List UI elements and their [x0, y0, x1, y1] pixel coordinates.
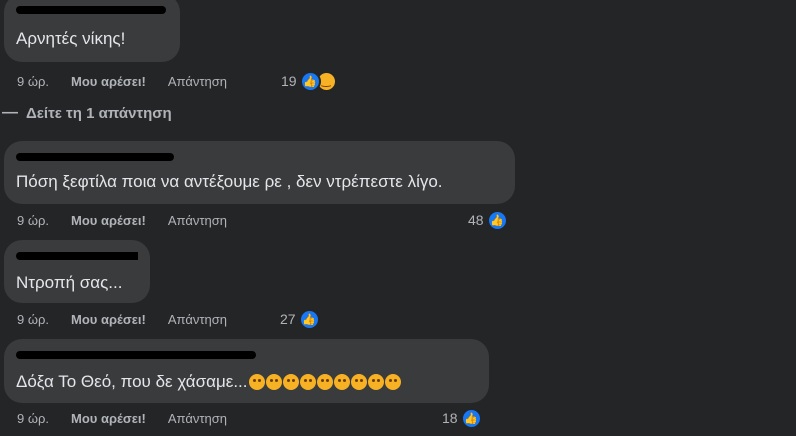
flushed-face-icon [265, 374, 282, 390]
like-icon: 👍 [486, 209, 508, 231]
like-button[interactable]: Μου αρέσει! [71, 312, 146, 327]
comment-bubble: Δόξα Το Θεό, που δε χάσαμε... [4, 339, 489, 403]
redaction-bar [16, 252, 138, 260]
comment-bubble: Αρνητές νίκης! [4, 0, 180, 62]
comment-time[interactable]: 9 ώρ. [17, 74, 49, 89]
reactions-count: 48 [468, 212, 484, 228]
comment-time[interactable]: 9 ώρ. [17, 312, 49, 327]
comment-bubble: Πόση ξεφτίλα ποια να αντέξουμε ρε , δεν … [4, 141, 515, 204]
like-icon: 👍 [460, 407, 482, 429]
reply-button[interactable]: Απάντηση [168, 213, 227, 228]
comment-actions: 9 ώρ. Μου αρέσει! Απάντηση [17, 210, 227, 230]
author-name-redacted[interactable] [16, 2, 168, 16]
comment-text-body: Δόξα Το Θεό, που δε χάσαμε... [16, 372, 248, 391]
comment-actions: 9 ώρ. Μου αρέσει! Απάντηση [17, 71, 227, 91]
reactions-count: 19 [281, 73, 297, 89]
flushed-face-icon [248, 374, 265, 390]
upside-down-face-icon [384, 374, 401, 390]
reactions-count: 18 [442, 410, 458, 426]
reply-arrow-icon: — [2, 104, 18, 121]
reply-button[interactable]: Απάντηση [168, 312, 227, 327]
thinking-face-icon [282, 374, 299, 390]
reply-button[interactable]: Απάντηση [168, 74, 227, 89]
emoji-group [248, 374, 401, 396]
reply-button[interactable]: Απάντηση [168, 411, 227, 426]
comment-text: Ντροπή σας... [16, 273, 123, 292]
crying-face-icon [316, 374, 333, 390]
comment-time[interactable]: 9 ώρ. [17, 213, 49, 228]
like-icon: 👍 [299, 70, 321, 92]
comment-actions: 9 ώρ. Μου αρέσει! Απάντηση [17, 408, 227, 428]
redaction-bar [16, 6, 166, 14]
view-replies-label: Δείτε τη 1 απάντηση [26, 104, 172, 122]
comment-text: Αρνητές νίκης! [16, 29, 126, 48]
like-icon: 👍 [298, 308, 320, 330]
comment-bubble: Ντροπή σας... [4, 240, 150, 303]
reactions-summary[interactable]: 27 👍 [280, 308, 320, 330]
redaction-bar [16, 351, 256, 359]
reactions-summary[interactable]: 18 👍 [442, 407, 482, 429]
comment-time[interactable]: 9 ώρ. [17, 411, 49, 426]
like-button[interactable]: Μου αρέσει! [71, 411, 146, 426]
like-button[interactable]: Μου αρέσει! [71, 74, 146, 89]
reactions-count: 27 [280, 311, 296, 327]
frowning-face-icon [350, 374, 367, 390]
view-replies-link[interactable]: — Δείτε τη 1 απάντηση [0, 104, 172, 122]
reactions-summary[interactable]: 19 👍 ‿ [281, 70, 337, 92]
comment-text: Δόξα Το Θεό, που δε χάσαμε... [16, 371, 477, 396]
thinking-face-icon [299, 374, 316, 390]
crying-face-icon [333, 374, 350, 390]
like-button[interactable]: Μου αρέσει! [71, 213, 146, 228]
reactions-summary[interactable]: 48 👍 [468, 209, 508, 231]
author-name-redacted[interactable] [16, 248, 138, 262]
frowning-face-icon [367, 374, 384, 390]
redaction-bar [16, 153, 174, 161]
author-name-redacted[interactable] [16, 149, 503, 163]
comment-actions: 9 ώρ. Μου αρέσει! Απάντηση [17, 309, 227, 329]
author-name-redacted[interactable] [16, 347, 477, 361]
comment-text: Πόση ξεφτίλα ποια να αντέξουμε ρε , δεν … [16, 172, 443, 191]
